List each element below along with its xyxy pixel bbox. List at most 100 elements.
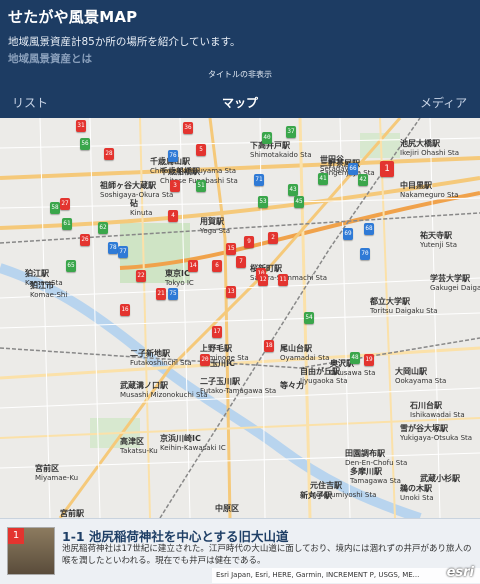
map-marker[interactable]: 18 [264,340,274,352]
map-label: 二子新地駅 Futakoshinchi Sta [130,348,192,367]
map-label-en: Nakameguro Sta [400,191,459,199]
map-label-en: Yukigaya-Otsuka Sta [400,434,473,442]
map-label-jp: 二子新地駅 [130,349,170,358]
map-marker[interactable]: 11 [278,274,288,286]
info-description: 池尻稲荷神社は17世紀に建立された。江戸時代の大山道に面しており、境内には涸れず… [62,544,472,566]
map-marker[interactable]: 16 [120,304,130,316]
map-marker[interactable]: 43 [288,184,298,196]
view-tabs: リスト マップ メディア [0,88,480,116]
map-view[interactable]: 千歳烏山駅Chitose-Karasuyama Sta祖師ヶ谷大蔵駅Soshig… [0,118,480,518]
map-marker[interactable]: 66 [348,163,358,175]
map-marker[interactable]: 21 [156,288,166,300]
tab-list[interactable]: リスト [12,94,48,111]
map-marker[interactable]: 56 [80,138,90,150]
map-label: 学芸大学駅Gakugei Daigaku Sta [430,273,480,292]
map-marker[interactable]: 13 [226,286,236,298]
map-label: 祐天寺駅 Yutenji Sta [420,230,457,249]
map-label-en: Jiyugaoka Sta [300,377,348,385]
map-marker[interactable]: 5 [196,144,206,156]
map-label-jp: 上野毛駅 [200,344,232,353]
map-marker[interactable]: 17 [212,326,222,338]
app-header: せたがや風景MAP 地域風景資産計85か所の場所を紹介しています。 地域風景資産… [0,0,480,118]
map-marker[interactable]: 42 [358,174,368,186]
map-marker[interactable]: 2 [268,232,278,244]
hide-title-toggle[interactable]: タイトルの非表示 [0,69,480,80]
map-label: 砧 Kinuta [130,198,152,217]
map-marker[interactable]: 14 [188,260,198,272]
map-label-jp: 千歳船橋駅 [160,167,200,176]
map-label-jp: 中目黒駅 [400,181,432,190]
map-marker[interactable]: 51 [196,180,206,192]
map-label-en: Shimotakaido Sta [250,151,312,159]
map-label: 大岡山駅 Ookayama Sta [395,366,446,385]
railway [0,212,480,244]
map-marker[interactable]: 45 [294,196,304,208]
tab-map[interactable]: マップ [222,94,258,111]
map-marker[interactable]: 53 [258,196,268,208]
map-label-jp: 雪が谷大塚駅 [400,424,448,433]
map-marker[interactable]: 68 [364,223,374,235]
map-label-en: Kinuta [130,209,153,217]
map-label-en: Gakugei Daigaku Sta [430,284,480,292]
about-link[interactable]: 地域風景資産とは [8,51,92,66]
map-label: 鵜の木駅 Unoki Sta [400,483,434,502]
map-label-jp: 学芸大学駅 [430,274,470,283]
map-marker[interactable]: 31 [76,120,86,132]
map-marker[interactable]: 77 [118,246,128,258]
map-label-jp: 京浜川崎IC [160,434,201,443]
map-marker[interactable]: 41 [318,173,328,185]
map-marker[interactable]: 3 [170,180,180,192]
map-marker[interactable]: 75 [168,288,178,300]
map-marker[interactable]: 40 [262,132,272,144]
tab-media[interactable]: メディア [420,94,467,111]
map-marker[interactable]: 61 [62,218,72,230]
map-marker[interactable]: 58 [50,202,60,214]
thumbnail-image[interactable]: 1 [7,527,55,575]
map-label-en: Takatsu-Ku [120,447,158,455]
map-marker[interactable]: 6 [212,260,222,272]
map-marker[interactable]: 36 [183,122,193,134]
thumbnail-number-badge: 1 [8,528,24,544]
page-description: 地域風景資産計85か所の場所を紹介しています。 [8,36,241,48]
map-label-en: Oyamadai Sta [280,354,330,362]
map-label: 京浜川崎IC Keihin-Kawasaki IC [160,433,226,452]
minor-streets [0,118,480,518]
map-label-jp: 宮前駅 [60,509,84,518]
map-label: 二子玉川駅 Futako-Tamagawa Sta [200,376,276,395]
map-marker[interactable]: 1 [380,161,394,177]
map-marker[interactable]: 20 [200,354,210,366]
map-marker[interactable]: 4 [168,210,178,222]
map-label-en: Unoki Sta [400,494,434,502]
map-marker[interactable]: 15 [226,243,236,255]
map-label-jp: 新丸子駅 [300,491,332,500]
map-marker[interactable]: 37 [286,126,296,138]
map-marker[interactable]: 12 [258,274,268,286]
map-label-en: Okusawa Sta [330,369,376,377]
map-marker[interactable]: 26 [80,234,90,246]
map-marker[interactable]: 71 [254,174,264,186]
map-marker[interactable]: 70 [360,248,370,260]
map-marker[interactable]: 9 [244,236,254,248]
map-marker[interactable]: 7 [236,256,246,268]
map-label: 中目黒駅 Nakameguro Sta [400,180,458,199]
map-marker[interactable]: 78 [108,242,118,254]
map-label-en: Keihin-Kawasaki IC [160,444,226,452]
map-marker[interactable]: 76 [168,150,178,162]
map-label-jp: 尾山台駅 [280,344,312,353]
map-label: 下高井戸駅 Shimotakaido Sta [250,140,312,159]
map-label: 石川台駅 Ishikawadai Sta [410,400,465,419]
map-marker[interactable]: 65 [66,260,76,272]
map-label-en: Toritsu Daigaku Sta [370,307,438,315]
map-marker[interactable]: 22 [136,270,146,282]
map-marker[interactable]: 19 [364,354,374,366]
map-marker[interactable]: 27 [60,198,70,210]
map-marker[interactable]: 69 [343,228,353,240]
map-marker[interactable]: 62 [98,222,108,234]
map-label-jp: 高津区 [120,437,144,446]
map-label: 田園調布駅 Den-En-Chofu Sta [345,448,407,467]
map-label-en: Futakoshinchi Sta [130,359,192,367]
map-marker[interactable]: 28 [104,148,114,160]
esri-logo: esri [446,565,474,580]
map-marker[interactable]: 54 [304,312,314,324]
map-marker[interactable]: 48 [350,352,360,364]
